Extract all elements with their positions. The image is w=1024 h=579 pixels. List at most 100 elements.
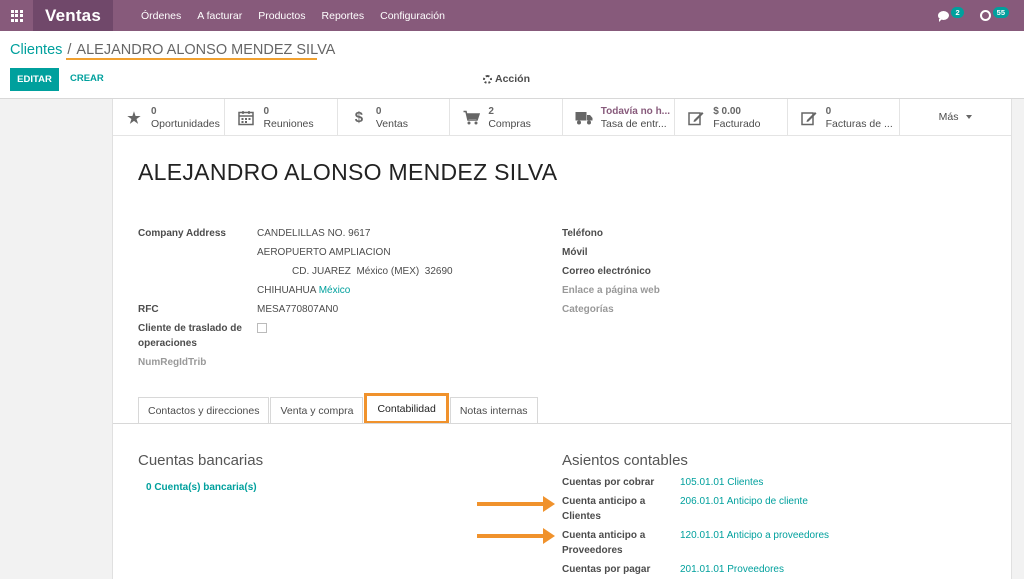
grid-icon: [10, 9, 23, 22]
more-label: Más: [938, 111, 959, 123]
supplier-advance-label: Cuenta anticipo a: [562, 530, 646, 541]
receivable-label: Cuentas por cobrar: [562, 477, 655, 488]
calendar-icon: [237, 109, 255, 127]
control-panel: Clientes / ALEJANDRO ALONSO MENDEZ SILVA E…: [0, 31, 1024, 99]
email-label: Correo electrónico: [562, 266, 651, 277]
top-navbar: Ventas Órdenes A facturar Productos Repo…: [0, 0, 1024, 31]
smart-button-value: 0: [263, 105, 269, 117]
traslado-label: Cliente de traslado de: [138, 323, 242, 334]
street2-field: AEROPUERTO AMPLIACION: [257, 247, 391, 258]
smart-button-label: Tasa de entr...: [600, 117, 667, 130]
smart-button-label: Ventas: [375, 117, 408, 130]
menu-item-productos[interactable]: Productos: [258, 10, 305, 22]
state-value: CHIHUAHUA: [257, 285, 316, 296]
state-field: CHIHUAHUA México: [257, 285, 350, 296]
smart-button-value: 0: [825, 105, 832, 117]
menu-item-ordenes[interactable]: Órdenes: [141, 10, 181, 22]
action-label: Acción: [495, 73, 531, 85]
more-button[interactable]: Más: [900, 99, 1011, 135]
smart-button-label: Facturas de ...: [825, 117, 893, 130]
messages-badge: 2: [951, 7, 964, 18]
smart-button-value: 0: [151, 105, 157, 117]
breadcrumb: Clientes / ALEJANDRO ALONSO MENDEZ SILVA: [10, 42, 335, 58]
tab-notas-internas[interactable]: Notas internas: [449, 397, 538, 424]
rfc-label: RFC: [138, 304, 159, 315]
supplier-advance-label-line2: Proveedores: [562, 545, 623, 556]
payable-account-link[interactable]: 201.01.01 Proveedores: [680, 564, 784, 575]
smart-button-compras[interactable]: 2 Compras: [450, 99, 563, 136]
notebook-tabs: Contactos y direcciones Venta y compra C…: [138, 393, 539, 424]
tab-contactos[interactable]: Contactos y direcciones: [138, 397, 270, 424]
cart-icon: [462, 109, 480, 127]
form-sheet: ★ 0 Oportunidades 0 Reuniones $ 0 Ventas 2C…: [112, 99, 1012, 579]
smart-button-ventas[interactable]: $ 0 Ventas: [338, 99, 451, 136]
company-address-label: Company Address: [138, 228, 226, 239]
country-link[interactable]: México: [319, 285, 351, 296]
bank-accounts-title: Cuentas bancarias: [138, 452, 264, 469]
caret-down-icon: [966, 115, 973, 119]
smart-button-oportunidades[interactable]: ★ 0 Oportunidades: [113, 99, 226, 136]
app-name[interactable]: Ventas: [33, 0, 113, 31]
mobile-label: Móvil: [562, 247, 588, 258]
traslado-label-line2: operaciones: [138, 338, 197, 349]
gear-icon: [483, 74, 492, 84]
smart-button-facturado[interactable]: $ 0.00 Facturado: [675, 99, 788, 136]
tab-divider: [113, 423, 1011, 424]
truck-icon: [575, 109, 593, 127]
payable-label: Cuentas por pagar: [562, 564, 651, 575]
supplier-advance-account-link[interactable]: 120.01.01 Anticipo a proveedores: [680, 530, 829, 541]
smart-button-label: Compras: [488, 117, 531, 130]
rfc-field: MESA770807AN0: [257, 304, 339, 315]
breadcrumb-clientes-link[interactable]: Clientes: [10, 42, 62, 58]
numregidtrib-label: NumRegIdTrib: [138, 357, 207, 368]
smart-button-value: 2: [488, 105, 494, 117]
menu-item-reportes[interactable]: Reportes: [322, 10, 365, 22]
accounting-entries-title: Asientos contables: [562, 452, 688, 469]
activities-button[interactable]: 55: [979, 7, 1009, 21]
website-label: Enlace a página web: [562, 285, 660, 296]
breadcrumb-separator: /: [67, 42, 72, 58]
street-field: CANDELILLAS NO. 9617: [257, 228, 371, 239]
tab-venta-compra[interactable]: Venta y compra: [270, 397, 364, 424]
customer-advance-account-link[interactable]: 206.01.01 Anticipo de cliente: [680, 496, 808, 507]
activities-badge: 55: [992, 7, 1009, 18]
smart-button-tasa-entrega[interactable]: Todavía no h... Tasa de entr...: [563, 99, 676, 136]
messages-button[interactable]: 2: [938, 7, 964, 22]
smart-button-facturas-proveedor[interactable]: 0 Facturas de ...: [788, 99, 901, 136]
main-menu: Órdenes A facturar Productos Reportes Co…: [141, 10, 461, 22]
tab-contabilidad[interactable]: Contabilidad: [364, 393, 449, 424]
bank-accounts-link[interactable]: 0 Cuenta(s) bancaria(s): [146, 482, 257, 493]
partner-name: ALEJANDRO ALONSO MENDEZ SILVA: [138, 159, 558, 185]
customer-advance-label-line2: Clientes: [562, 511, 601, 522]
edit-icon: [687, 109, 705, 127]
smart-button-value: $ 0.00: [713, 105, 741, 117]
chat-icon: [938, 11, 950, 22]
dollar-icon: $: [354, 109, 364, 126]
action-dropdown[interactable]: Acción: [483, 73, 530, 85]
categories-label: Categorías: [562, 304, 614, 315]
systray: 2 55: [922, 0, 1009, 31]
phone-label: Teléfono: [562, 228, 603, 239]
create-button[interactable]: CREAR: [70, 73, 104, 84]
highlight-underline: [66, 58, 317, 60]
clock-icon: [979, 10, 991, 21]
receivable-account-link[interactable]: 105.01.01 Clientes: [680, 477, 763, 488]
traslado-checkbox[interactable]: [257, 323, 267, 333]
city-line-field: CD. JUAREZ México (MEX) 32690: [292, 266, 453, 277]
menu-item-configuracion[interactable]: Configuración: [380, 10, 445, 22]
smart-button-label: Reuniones: [263, 117, 314, 130]
breadcrumb-current: ALEJANDRO ALONSO MENDEZ SILVA: [76, 42, 336, 58]
smart-button-box: ★ 0 Oportunidades 0 Reuniones $ 0 Ventas 2C…: [113, 99, 1011, 136]
annotation-arrow-supplier-advance: [477, 528, 555, 544]
customer-advance-label: Cuenta anticipo a: [562, 496, 646, 507]
smart-button-value: Todavía no h...: [600, 105, 671, 117]
star-icon: ★: [127, 109, 141, 127]
annotation-arrow-customer-advance: [477, 496, 555, 512]
edit-button[interactable]: EDITAR: [10, 68, 59, 91]
apps-menu-button[interactable]: [0, 0, 33, 31]
menu-item-a-facturar[interactable]: A facturar: [197, 10, 242, 22]
smart-button-reuniones[interactable]: 0 Reuniones: [225, 99, 338, 136]
smart-button-label: Facturado: [713, 117, 761, 130]
smart-button-value: 0: [375, 105, 382, 117]
edit-icon: [800, 109, 818, 127]
